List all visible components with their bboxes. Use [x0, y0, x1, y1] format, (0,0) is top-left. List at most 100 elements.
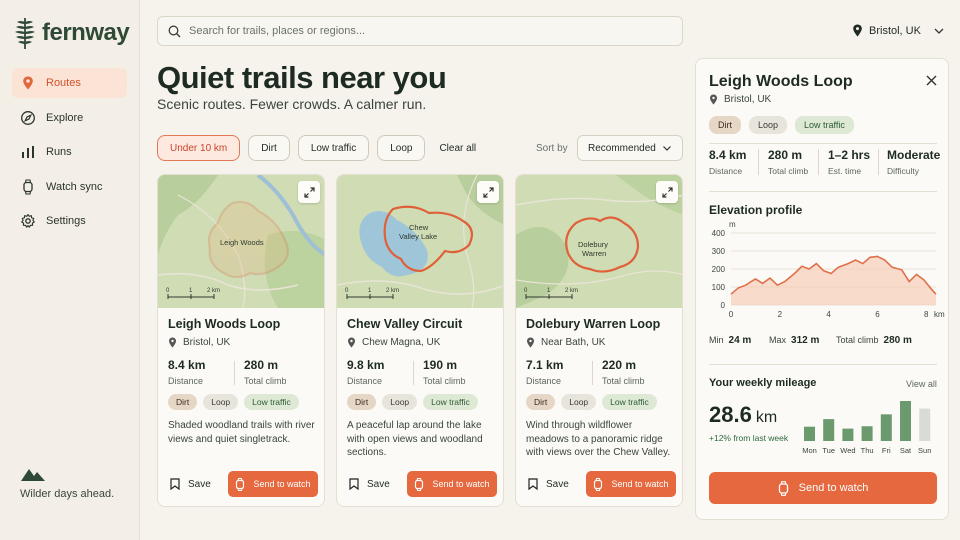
sidebar-item-watch-sync[interactable]: Watch sync: [12, 172, 127, 202]
expand-map-button[interactable]: [656, 181, 678, 203]
clear-all-button[interactable]: Clear all: [439, 143, 476, 154]
search-input[interactable]: [189, 25, 669, 37]
expand-map-button[interactable]: [477, 181, 499, 203]
distance-value: 8.4 km: [168, 358, 206, 372]
stat-value: 1–2 hrs: [828, 148, 871, 162]
chevron-down-icon: [663, 145, 671, 151]
route-card[interactable]: Dolebury Warren 0 1 2 km Dolebury Warren…: [515, 174, 683, 507]
location-text: Bristol, UK: [724, 94, 772, 105]
bookmark-icon: [528, 478, 538, 490]
send-to-watch-button[interactable]: Send to watch: [709, 472, 937, 504]
climb-stat: 220 m Total climb: [602, 358, 645, 386]
send-to-watch-button[interactable]: Send to watch: [228, 471, 318, 497]
location-pin-icon: [348, 337, 355, 348]
stat-value: Moderate: [887, 148, 941, 162]
filter-chip-low-traffic[interactable]: Low traffic: [297, 135, 370, 161]
sidebar-item-routes[interactable]: Routes: [12, 68, 127, 98]
mileage-day-label: Thu: [861, 446, 874, 455]
svg-text:2 km: 2 km: [565, 288, 578, 294]
send-label: Send to watch: [798, 482, 869, 494]
watch-icon: [23, 178, 33, 195]
card-title[interactable]: Leigh Woods Loop: [168, 317, 280, 331]
close-button[interactable]: [926, 73, 937, 91]
divider: [878, 149, 879, 175]
detail-title: Leigh Woods Loop: [709, 73, 853, 90]
mileage-bar: [880, 414, 892, 441]
elevation-area: [731, 256, 936, 305]
expand-icon: [482, 186, 494, 198]
send-label: Send to watch: [611, 479, 669, 489]
mileage-value: 28.6 km: [709, 402, 777, 428]
tag-loop: Loop: [561, 394, 597, 410]
elevation-y-tick: 100: [712, 283, 726, 292]
route-card[interactable]: Leigh Woods 0 1 2 km Leigh Woods Loop Br…: [157, 174, 325, 507]
gear-icon: [21, 213, 35, 228]
location-selector[interactable]: Bristol, UK: [852, 24, 945, 37]
tagline-text: Wilder days ahead.: [20, 488, 115, 500]
elevation-x-tick: 4: [826, 310, 831, 319]
elevation-max: Max 312 m: [769, 335, 819, 346]
mileage-day-label: Tue: [822, 446, 835, 455]
filter-chip-loop[interactable]: Loop: [377, 135, 426, 161]
tag-low-traffic: Low traffic: [602, 394, 657, 410]
search-icon: [168, 25, 181, 37]
card-location: Chew Magna, UK: [347, 337, 440, 348]
divider: [709, 191, 937, 192]
fern-logo-icon: [15, 18, 35, 49]
close-icon: [926, 75, 937, 86]
expand-icon: [303, 186, 315, 198]
location-pin-icon: [853, 24, 862, 37]
sidebar-item-label: Routes: [46, 77, 81, 89]
send-to-watch-button[interactable]: Send to watch: [407, 471, 497, 497]
card-description: A peaceful lap around the lake with open…: [347, 420, 483, 458]
card-title[interactable]: Dolebury Warren Loop: [526, 317, 660, 331]
divider: [818, 149, 819, 175]
watch-icon: [236, 477, 245, 491]
mileage-day-label: Wed: [840, 446, 855, 455]
tag-dirt: Dirt: [347, 394, 377, 410]
card-title[interactable]: Chew Valley Circuit: [347, 317, 462, 331]
logo[interactable]: fernway: [14, 16, 130, 50]
distance-label: Distance: [347, 376, 383, 386]
watch-icon: [778, 480, 788, 496]
map-label: Warren: [582, 249, 606, 258]
save-button[interactable]: Save: [349, 478, 390, 490]
elevation-x-tick: 2: [778, 310, 783, 319]
detail-stat-time: 1–2 hrs Est. time: [828, 148, 870, 176]
send-label: Send to watch: [432, 479, 490, 489]
filter-chip-dirt[interactable]: Dirt: [248, 135, 290, 161]
expand-map-button[interactable]: [298, 181, 320, 203]
map-label: Dolebury: [578, 240, 608, 249]
mileage-day-label: Sun: [918, 446, 931, 455]
tag-low-traffic: Low traffic: [795, 116, 854, 134]
tag-list: Dirt Loop Low traffic: [168, 394, 299, 410]
mileage-bar: [842, 428, 854, 441]
save-button[interactable]: Save: [528, 478, 569, 490]
elevation-y-tick: 200: [712, 265, 726, 274]
location-text: Chew Magna, UK: [362, 337, 441, 348]
send-to-watch-button[interactable]: Send to watch: [586, 471, 676, 497]
sort-select[interactable]: Recommended: [577, 135, 683, 161]
sidebar-item-settings[interactable]: Settings: [12, 206, 127, 236]
route-card[interactable]: Chew Valley Lake 0 1 2 km Chew Valley Ci…: [336, 174, 504, 507]
total-label: Total climb: [836, 335, 879, 345]
route-map[interactable]: Dolebury Warren 0 1 2 km: [516, 175, 682, 308]
map-label: Chew: [409, 223, 429, 232]
sidebar: fernway Routes Explore Runs Watch sync S…: [0, 0, 140, 540]
save-button[interactable]: Save: [170, 478, 211, 490]
sidebar-item-explore[interactable]: Explore: [12, 103, 127, 133]
elevation-x-tick: 8: [924, 310, 929, 319]
save-label: Save: [188, 478, 211, 490]
sidebar-item-runs[interactable]: Runs: [12, 137, 127, 167]
elevation-total-climb: Total climb 280 m: [836, 335, 912, 346]
climb-value: 190 m: [423, 358, 458, 372]
sidebar-nav: Routes Explore Runs Watch sync Settings: [12, 68, 127, 241]
route-map[interactable]: Leigh Woods 0 1 2 km: [158, 175, 324, 308]
view-all-link[interactable]: View all: [906, 379, 937, 389]
sidebar-item-label: Runs: [46, 146, 72, 158]
mileage-day-label: Fri: [882, 446, 891, 455]
map-label: Leigh Woods: [220, 238, 264, 247]
filter-chip-under-10km[interactable]: Under 10 km: [157, 135, 241, 161]
route-map[interactable]: Chew Valley Lake 0 1 2 km: [337, 175, 503, 308]
min-value: 24 m: [728, 335, 752, 346]
